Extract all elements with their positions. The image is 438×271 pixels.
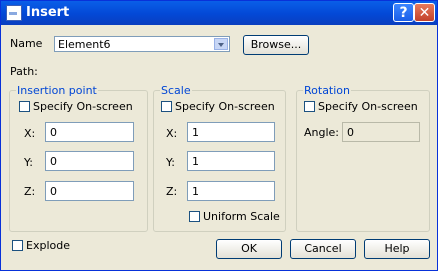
insert-dialog: Insert ? ✕ Name Element6 Browse... Path:… (0, 0, 438, 271)
insertion-z-value: 0 (50, 185, 57, 198)
insertion-z-field[interactable]: 0 (45, 181, 134, 201)
scale-y-label: Y: (166, 156, 175, 169)
scale-y-field[interactable]: 1 (187, 151, 275, 171)
app-icon (6, 5, 22, 21)
scale-group: Scale Specify On-screen X: 1 Y: 1 Z: 1 U… (153, 84, 286, 232)
help-title-button[interactable]: ? (393, 3, 414, 22)
scale-x-label: X: (166, 127, 178, 140)
chevron-down-icon[interactable] (214, 38, 228, 50)
insertion-point-group: Insertion point Specify On-screen X: 0 Y… (9, 84, 148, 232)
insertion-x-label: X: (24, 127, 36, 140)
rotation-specify-label: Specify On-screen (318, 100, 418, 113)
cancel-button[interactable]: Cancel (290, 239, 356, 259)
angle-label: Angle: (304, 126, 340, 139)
insertion-specify-checkbox[interactable] (19, 101, 30, 112)
explode-label: Explode (26, 239, 70, 252)
browse-button[interactable]: Browse... (243, 35, 309, 55)
insertion-specify-label: Specify On-screen (33, 100, 133, 113)
insertion-x-value: 0 (50, 126, 57, 139)
scale-z-value: 1 (192, 185, 199, 198)
rotation-specify-checkbox[interactable] (304, 101, 315, 112)
insertion-x-field[interactable]: 0 (45, 122, 134, 142)
scale-y-value: 1 (192, 155, 199, 168)
insertion-y-label: Y: (24, 156, 33, 169)
uniform-scale-label: Uniform Scale (203, 210, 280, 223)
uniform-scale-checkbox[interactable] (189, 211, 200, 222)
help-button[interactable]: Help (364, 239, 430, 259)
name-label: Name (10, 37, 43, 50)
scale-x-field[interactable]: 1 (187, 122, 275, 142)
window-title: Insert (26, 5, 70, 20)
insertion-y-value: 0 (50, 155, 57, 168)
scale-z-label: Z: (166, 185, 178, 198)
close-button[interactable]: ✕ (414, 3, 435, 22)
insertion-point-title: Insertion point (16, 84, 98, 97)
path-label: Path: (10, 65, 38, 78)
scale-z-field[interactable]: 1 (187, 181, 275, 201)
angle-value: 0 (347, 126, 354, 139)
scale-x-value: 1 (192, 126, 199, 139)
angle-field[interactable]: 0 (342, 122, 420, 142)
rotation-title: Rotation (303, 84, 352, 97)
explode-checkbox[interactable] (12, 240, 23, 251)
rotation-group: Rotation Specify On-screen Angle: 0 (296, 84, 430, 232)
title-bar[interactable]: Insert ? ✕ (1, 1, 437, 25)
scale-title: Scale (160, 84, 192, 97)
scale-specify-label: Specify On-screen (175, 100, 275, 113)
insertion-y-field[interactable]: 0 (45, 151, 134, 171)
name-value: Element6 (58, 38, 111, 51)
insertion-z-label: Z: (24, 185, 36, 198)
name-combobox[interactable]: Element6 (54, 36, 230, 52)
scale-specify-checkbox[interactable] (161, 101, 172, 112)
ok-button[interactable]: OK (216, 239, 282, 259)
